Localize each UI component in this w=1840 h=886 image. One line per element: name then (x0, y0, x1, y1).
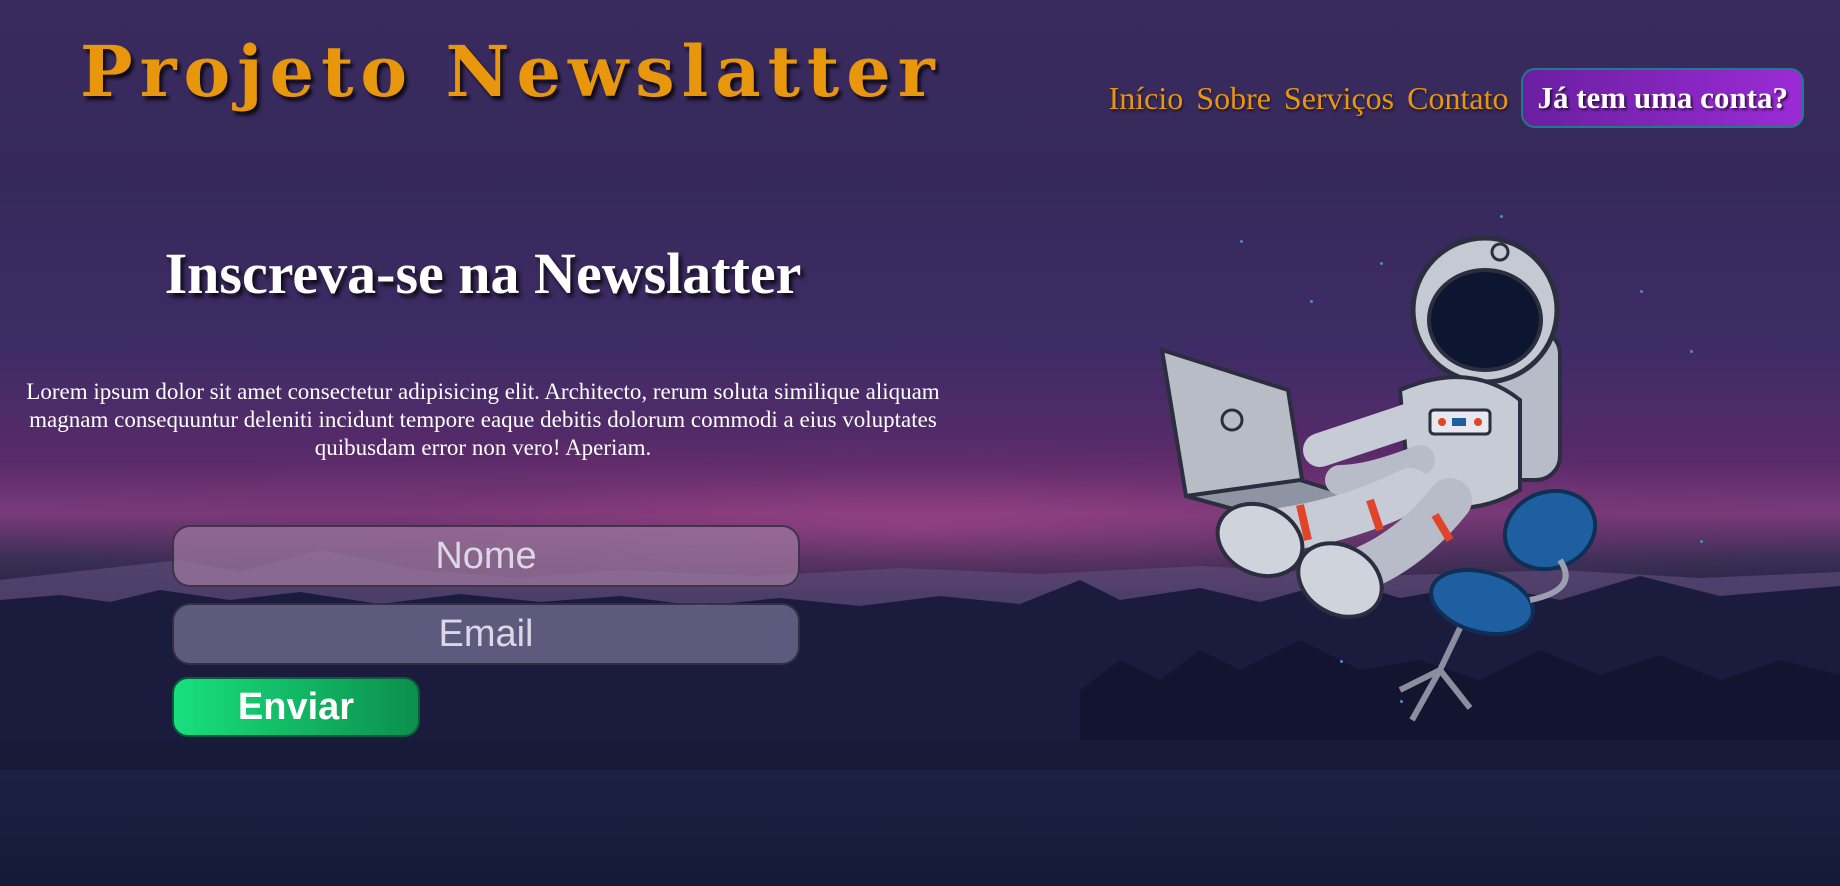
newsletter-section: Inscreva-se na Newslatter Lorem ipsum do… (0, 240, 966, 460)
site-title: Projeto Newslatter (80, 30, 942, 113)
main-nav: Início Sobre Serviços Contato Já tem uma… (1109, 68, 1804, 128)
newsletter-form: Enviar (172, 525, 800, 737)
nav-link-servicos[interactable]: Serviços (1284, 80, 1394, 117)
login-button[interactable]: Já tem uma conta? (1521, 68, 1804, 128)
astronaut-illustration (1159, 235, 1598, 722)
nav-link-contato[interactable]: Contato (1407, 80, 1508, 117)
submit-button[interactable]: Enviar (172, 677, 420, 737)
nav-link-sobre[interactable]: Sobre (1196, 80, 1271, 117)
email-input[interactable] (172, 603, 800, 665)
nav-link-inicio[interactable]: Início (1109, 80, 1184, 117)
name-input[interactable] (172, 525, 800, 587)
newsletter-description: Lorem ipsum dolor sit amet consectetur a… (26, 379, 940, 460)
lake-water (0, 770, 1840, 886)
newsletter-heading: Inscreva-se na Newslatter (164, 241, 802, 306)
